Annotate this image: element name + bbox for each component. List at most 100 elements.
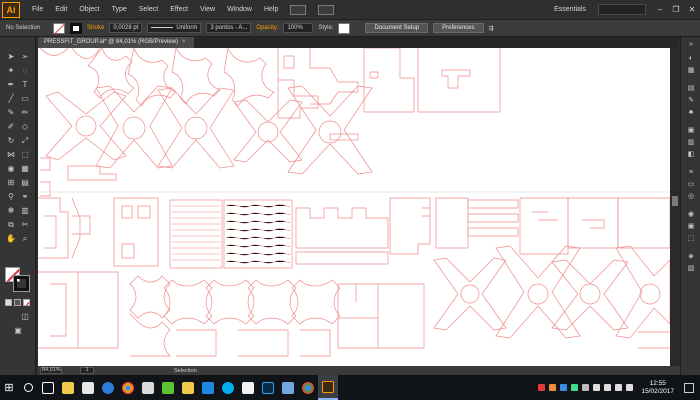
close-button[interactable]: ✕ [684,5,700,14]
align-icon[interactable]: ◉ [686,211,696,219]
bridge-icon[interactable] [290,4,307,15]
draw-mode-icon[interactable]: ◫ [19,311,31,322]
stroke-black-swatch[interactable] [13,275,30,292]
stroke-weight-field[interactable]: 0,0028 pt [109,23,143,33]
scale-tool-icon[interactable]: ⤢ [19,135,31,146]
type-tool-icon[interactable]: T [19,79,31,90]
stroke-panel-icon[interactable]: ≡ [686,169,696,177]
preferences-button[interactable]: Preferences [433,23,484,33]
column-graph-icon[interactable]: ▥ [19,205,31,216]
variable-width-profile[interactable]: Uniform [147,23,202,33]
document-tab[interactable]: PRESSFIT_GROUP.ai* @ 84,01% (RGB/Preview… [38,37,194,48]
tray-app-icon[interactable] [538,384,546,391]
layers-stack-icon[interactable]: ◈ [686,253,696,261]
symbol-sprayer-icon[interactable]: ❋ [5,205,17,216]
files-icon[interactable] [178,375,198,400]
gradient-mode-icon[interactable] [14,299,21,306]
menu-edit[interactable]: Edit [49,6,73,13]
magic-wand-icon[interactable]: ✦ [5,65,17,76]
start-button[interactable]: ⊞ [0,375,18,400]
screen-mode-icon[interactable]: ▣ [12,325,24,336]
photo-icon[interactable] [278,375,298,400]
menu-type[interactable]: Type [106,6,133,13]
rotate-tool-icon[interactable]: ↻ [5,135,17,146]
blob-brush-icon[interactable]: ✐ [5,121,17,132]
volume-icon[interactable] [615,384,623,391]
color-mode-buttons[interactable] [5,299,30,306]
opacity-field[interactable]: 100% [283,23,314,33]
slice-tool-icon[interactable]: ✂ [19,219,31,230]
brush-definition[interactable]: 3 pontos - A... [206,23,252,33]
scroll-thumb[interactable] [672,196,678,206]
graphic-styles-icon[interactable]: ▣ [686,127,696,135]
chrome-window-icon[interactable] [298,375,318,400]
transform-icon[interactable]: ⬚ [686,235,696,243]
hand-tool-icon[interactable]: ✋ [5,233,17,244]
artboards-icon[interactable]: ▧ [686,265,696,273]
media-icon[interactable] [238,375,258,400]
color-mode-icon[interactable] [5,299,12,306]
chrome-icon[interactable] [118,375,138,400]
arrange-icon[interactable]: ⇶ [489,25,494,32]
symbols-icon[interactable]: ♣ [686,109,696,117]
menu-file[interactable]: File [26,6,49,13]
stroke-label[interactable]: Stroke [87,25,104,31]
pathfinder-icon[interactable]: ▣ [686,223,696,231]
menu-view[interactable]: View [194,6,221,13]
menu-select[interactable]: Select [133,6,164,13]
calculator-icon[interactable] [138,375,158,400]
none-mode-icon[interactable] [23,299,30,306]
rectangle-tool-icon[interactable]: ▭ [19,93,31,104]
menu-window[interactable]: Window [221,6,258,13]
free-transform-icon[interactable]: ⬚ [19,149,31,160]
mesh-tool-icon[interactable]: ⊞ [5,177,17,188]
search-input[interactable] [598,4,646,15]
photoshop-icon[interactable] [258,375,278,400]
maximize-button[interactable]: ❐ [668,5,684,14]
brushes-icon[interactable]: ✎ [686,97,696,105]
illustrator-taskbar-icon[interactable] [318,375,338,400]
transparency-icon[interactable]: ◎ [686,193,696,201]
pencil-icon[interactable]: ✏ [19,107,31,118]
lasso-icon[interactable]: ◌ [19,65,31,76]
task-view-icon[interactable] [38,375,58,400]
close-tab-icon[interactable]: × [182,39,186,45]
artboard-canvas[interactable] [38,48,670,366]
line-tool-icon[interactable]: ╱ [5,93,17,104]
vertical-scrollbar[interactable] [670,48,680,366]
file-explorer-icon[interactable] [58,375,78,400]
clock[interactable]: 12:55 15/02/2017 [641,380,674,396]
network-icon[interactable] [604,384,612,391]
arrange-documents-icon[interactable] [318,4,335,15]
perspective-grid-icon[interactable]: ▦ [19,163,31,174]
paintbrush-icon[interactable]: ✎ [5,107,17,118]
layers-icon[interactable]: ◧ [686,151,696,159]
tray-security-icon[interactable] [560,384,568,391]
menu-help[interactable]: Help [258,6,284,13]
pen-tool-icon[interactable]: ✒ [5,79,17,90]
tray-chevron-icon[interactable] [582,384,590,391]
eraser-icon[interactable]: ◇ [19,121,31,132]
shape-builder-icon[interactable]: ◉ [5,163,17,174]
swatches-icon[interactable]: ▤ [686,85,696,93]
taskbar-search-icon[interactable] [18,375,38,400]
color-guide-icon[interactable]: ▦ [686,67,696,75]
selection-tool-icon[interactable]: ➤ [5,51,17,62]
gradient-panel-icon[interactable]: ▭ [686,181,696,189]
tray-sync-icon[interactable] [571,384,579,391]
artboard-number-field[interactable]: 1 [80,367,94,374]
fill-stroke-widget[interactable] [5,267,30,292]
action-center-icon[interactable] [684,382,694,393]
document-setup-button[interactable]: Document Setup [365,23,429,33]
menu-effect[interactable]: Effect [164,6,194,13]
appearance-icon[interactable]: ▥ [686,139,696,147]
opacity-label[interactable]: Opacity: [256,25,278,31]
direct-selection-tool-icon[interactable]: ➢ [19,51,31,62]
whatsapp-icon[interactable] [158,375,178,400]
workspace-switcher[interactable]: Essentials [548,6,592,13]
current-tool-label[interactable]: Selection [174,368,197,374]
store-icon[interactable] [78,375,98,400]
keyboard-icon[interactable] [626,384,634,391]
gradient-tool-icon[interactable]: ▤ [19,177,31,188]
menu-object[interactable]: Object [73,6,105,13]
